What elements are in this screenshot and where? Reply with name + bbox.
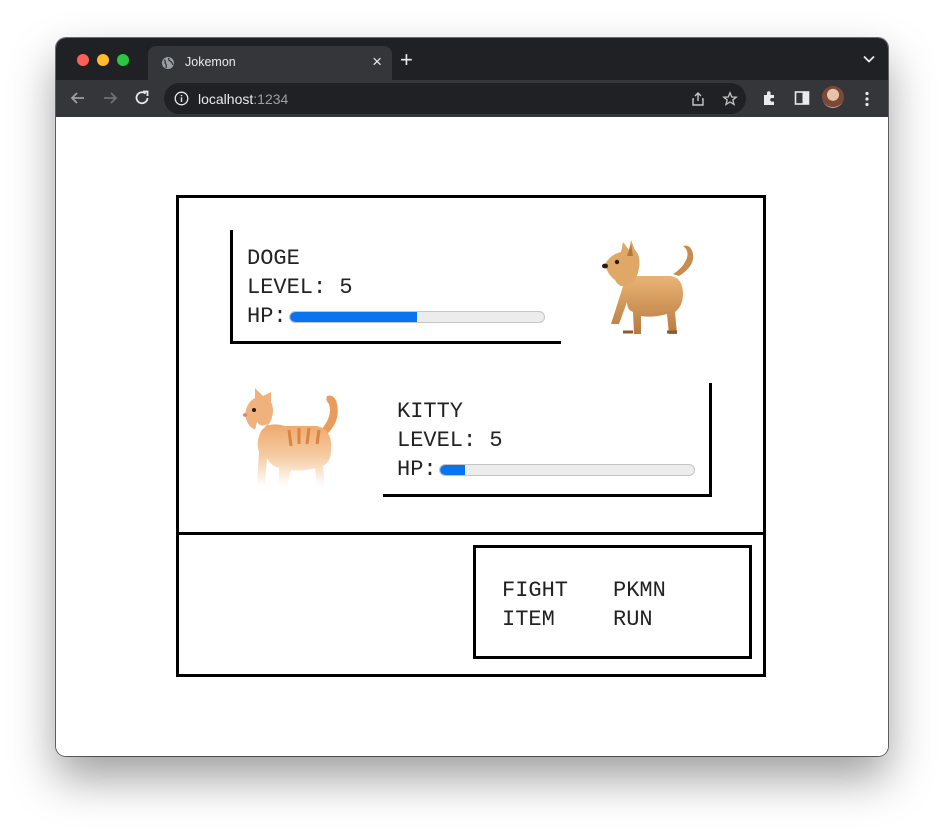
share-icon[interactable] (690, 91, 706, 107)
info-icon[interactable] (174, 91, 189, 106)
new-tab-button[interactable]: + (400, 49, 413, 71)
forward-arrow-icon[interactable] (100, 88, 120, 108)
bookmark-star-icon[interactable] (722, 91, 738, 107)
fight-option[interactable]: FIGHT (502, 576, 613, 605)
browser-tab[interactable]: Jokemon × (148, 46, 392, 80)
enemy-hp-row: HP: (247, 302, 561, 331)
enemy-hp-fill (289, 311, 417, 322)
more-menu-icon[interactable] (860, 90, 874, 108)
browser-toolbar: localhost:1234 (56, 80, 888, 117)
profile-avatar[interactable] (822, 86, 844, 108)
player-name: KITTY (397, 399, 464, 424)
side-panel-icon[interactable] (793, 89, 811, 107)
cat-icon (242, 388, 338, 486)
player-level: LEVEL: 5 (397, 428, 503, 453)
pkmn-option[interactable]: PKMN (613, 576, 693, 605)
enemy-hp-bar (288, 310, 545, 323)
browser-window: Jokemon × + localhost:1234 DOGE LEVEL: 5… (56, 38, 888, 756)
close-tab-icon[interactable]: × (372, 52, 382, 72)
zoom-window-button[interactable] (117, 54, 129, 66)
run-option[interactable]: RUN (613, 605, 693, 634)
item-option[interactable]: ITEM (502, 605, 613, 634)
enemy-hp-label: HP: (247, 304, 287, 329)
player-status-panel: KITTY LEVEL: 5 HP: (383, 383, 712, 497)
player-hp-bar (438, 463, 695, 476)
player-hp-row: HP: (397, 455, 709, 484)
player-hp-fill (439, 464, 465, 475)
title-bar: Jokemon × + (56, 38, 888, 80)
enemy-level: LEVEL: 5 (247, 275, 353, 300)
action-menu: FIGHT PKMN ITEM RUN (473, 545, 752, 659)
minimize-window-button[interactable] (97, 54, 109, 66)
url-text[interactable]: localhost:1234 (198, 91, 288, 107)
player-hp-label: HP: (397, 457, 437, 482)
enemy-status-panel: DOGE LEVEL: 5 HP: (230, 230, 561, 344)
chevron-down-icon[interactable] (862, 52, 876, 66)
dog-icon (602, 240, 694, 334)
extensions-icon[interactable] (761, 89, 779, 107)
globe-icon (162, 57, 174, 69)
battle-field: DOGE LEVEL: 5 HP: KITTY LEVEL: 5 HP: (179, 198, 763, 535)
back-arrow-icon[interactable] (68, 88, 88, 108)
battle-screen: DOGE LEVEL: 5 HP: KITTY LEVEL: 5 HP: FIG… (176, 195, 766, 677)
reload-icon[interactable] (132, 88, 152, 108)
action-menu-grid: FIGHT PKMN ITEM RUN (502, 576, 693, 634)
close-window-button[interactable] (77, 54, 89, 66)
enemy-name: DOGE (247, 246, 300, 271)
tab-title: Jokemon (185, 55, 236, 69)
address-bar[interactable]: localhost:1234 (164, 83, 746, 114)
page-viewport: DOGE LEVEL: 5 HP: KITTY LEVEL: 5 HP: FIG… (56, 117, 888, 756)
